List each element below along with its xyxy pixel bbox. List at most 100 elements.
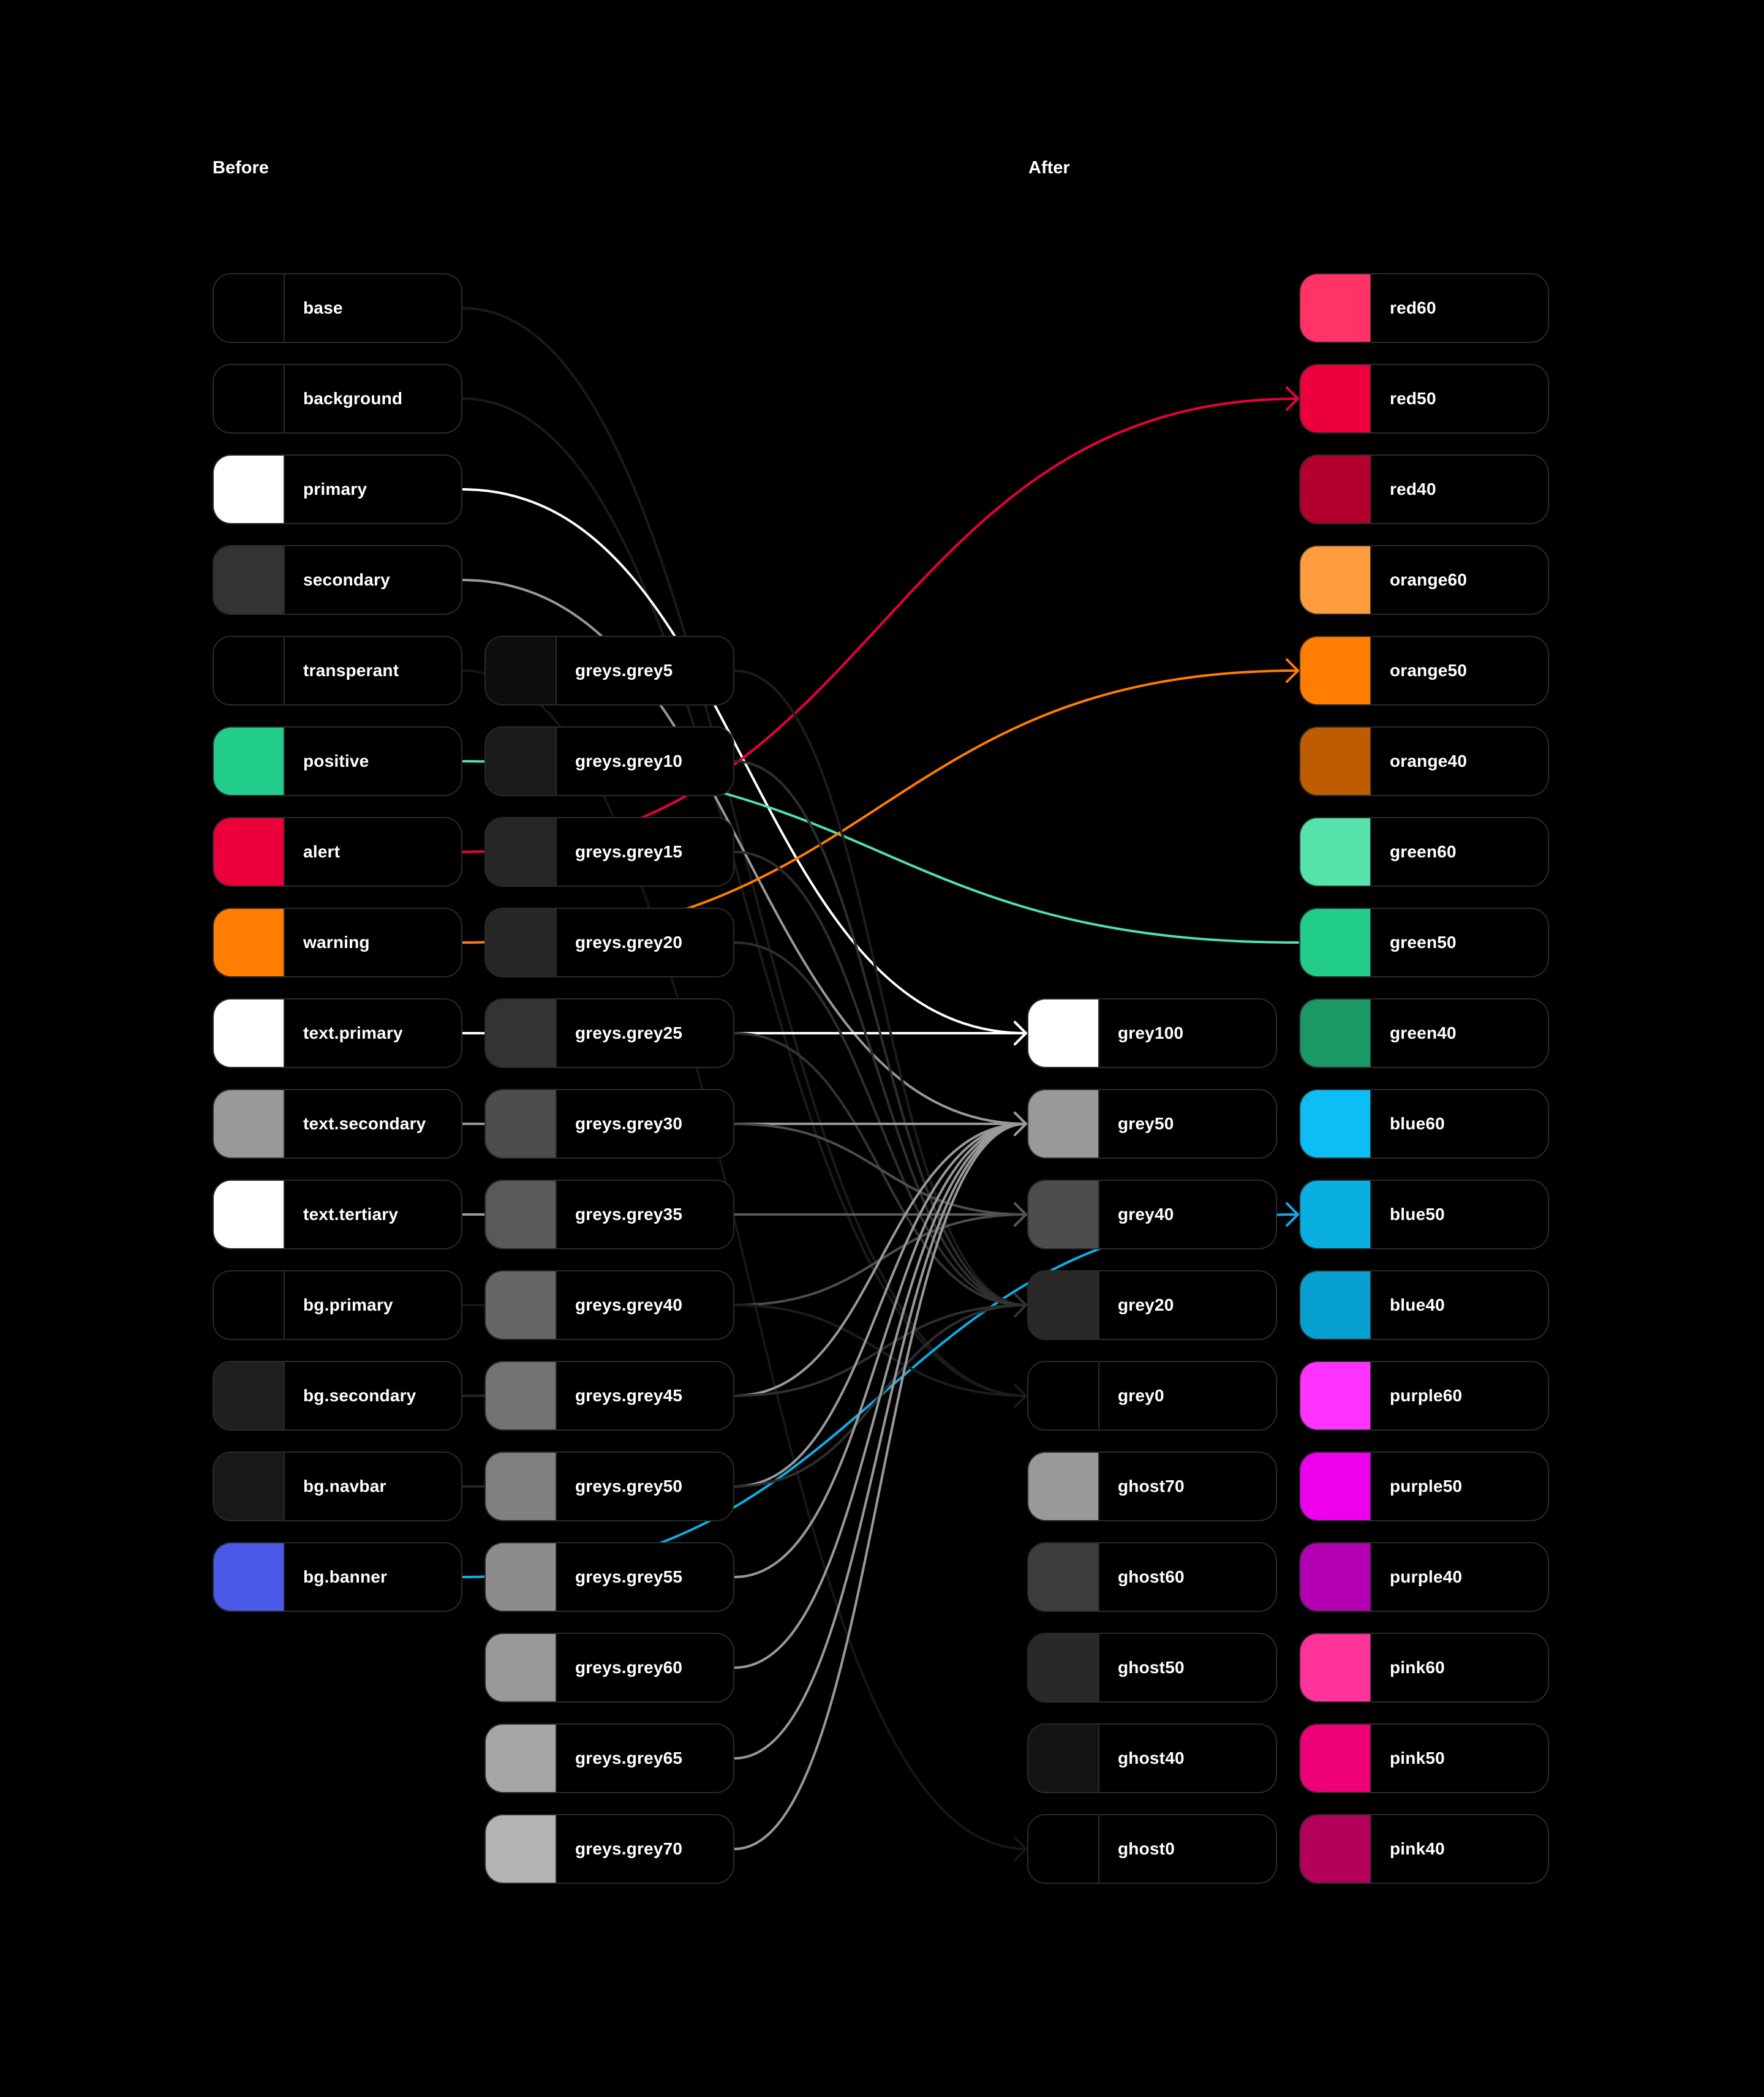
- token-card-greys[interactable]: greys.grey65: [484, 1723, 734, 1793]
- token-card-after-greys[interactable]: grey40: [1027, 1180, 1277, 1249]
- color-swatch: [1028, 1090, 1099, 1158]
- token-card-greys[interactable]: greys.grey20: [484, 908, 734, 977]
- color-swatch: [486, 1815, 557, 1883]
- color-swatch: [486, 1725, 557, 1792]
- token-card-after-greys[interactable]: ghost50: [1027, 1633, 1277, 1703]
- token-card-before[interactable]: bg.navbar: [213, 1451, 462, 1521]
- token-card-before[interactable]: base: [213, 273, 462, 343]
- token-card-before[interactable]: secondary: [213, 545, 462, 615]
- token-card-after-colors[interactable]: red60: [1299, 273, 1549, 343]
- token-card-after-colors[interactable]: purple40: [1299, 1542, 1549, 1612]
- token-card-after-greys[interactable]: grey50: [1027, 1089, 1277, 1159]
- token-card-after-colors[interactable]: blue60: [1299, 1089, 1549, 1159]
- token-label: green50: [1390, 933, 1457, 952]
- token-card-before[interactable]: text.tertiary: [213, 1180, 462, 1249]
- token-card-greys[interactable]: greys.grey50: [484, 1451, 734, 1521]
- token-card-after-colors[interactable]: green40: [1299, 998, 1549, 1068]
- token-card-greys[interactable]: greys.grey40: [484, 1270, 734, 1340]
- color-swatch: [1028, 1815, 1099, 1883]
- token-card-after-colors[interactable]: green50: [1299, 908, 1549, 977]
- token-card-after-colors[interactable]: orange40: [1299, 726, 1549, 796]
- token-label: greys.grey70: [575, 1839, 683, 1858]
- token-card-before[interactable]: alert: [213, 817, 462, 887]
- token-card-after-colors[interactable]: purple50: [1299, 1451, 1549, 1521]
- token-card-after-greys[interactable]: ghost40: [1027, 1723, 1277, 1793]
- token-label: pink40: [1390, 1839, 1445, 1858]
- token-label: positive: [303, 751, 369, 770]
- token-card-before[interactable]: text.primary: [213, 998, 462, 1068]
- token-label: transperant: [303, 661, 399, 680]
- token-label: greys.grey45: [575, 1386, 683, 1405]
- token-card-before[interactable]: text.secondary: [213, 1089, 462, 1159]
- token-card-after-colors[interactable]: red40: [1299, 454, 1549, 524]
- token-label: red40: [1390, 480, 1436, 499]
- token-card-after-greys[interactable]: ghost70: [1027, 1451, 1277, 1521]
- color-swatch: [214, 1181, 285, 1248]
- color-swatch: [1028, 1181, 1099, 1248]
- token-label: orange40: [1390, 751, 1468, 770]
- token-card-greys[interactable]: greys.grey55: [484, 1542, 734, 1612]
- token-card-before[interactable]: bg.secondary: [213, 1361, 462, 1431]
- token-card-after-colors[interactable]: orange50: [1299, 636, 1549, 706]
- token-label: greys.grey60: [575, 1658, 683, 1677]
- connector-line: [733, 1123, 1027, 1397]
- token-card-after-colors[interactable]: pink60: [1299, 1633, 1549, 1703]
- color-swatch: [214, 1543, 285, 1611]
- color-swatch: [1028, 1271, 1099, 1339]
- token-card-after-colors[interactable]: blue50: [1299, 1180, 1549, 1249]
- token-card-before[interactable]: background: [213, 364, 462, 434]
- connector-line: [733, 1123, 1027, 1488]
- token-card-greys[interactable]: greys.grey70: [484, 1814, 734, 1884]
- token-card-before[interactable]: positive: [213, 726, 462, 796]
- color-swatch: [1300, 1453, 1371, 1520]
- token-card-before[interactable]: bg.primary: [213, 1270, 462, 1340]
- token-card-before[interactable]: transperant: [213, 636, 462, 706]
- token-label: base: [303, 298, 343, 317]
- token-label: grey40: [1118, 1205, 1174, 1224]
- token-card-after-greys[interactable]: grey0: [1027, 1361, 1277, 1431]
- connector-line: [733, 1123, 1027, 1578]
- token-card-after-colors[interactable]: pink50: [1299, 1723, 1549, 1793]
- token-card-greys[interactable]: greys.grey30: [484, 1089, 734, 1159]
- token-card-greys[interactable]: greys.grey5: [484, 636, 734, 706]
- token-label: text.primary: [303, 1023, 403, 1042]
- color-swatch: [214, 546, 285, 614]
- token-card-after-colors[interactable]: orange60: [1299, 545, 1549, 615]
- token-card-greys[interactable]: greys.grey15: [484, 817, 734, 887]
- token-card-greys[interactable]: greys.grey45: [484, 1361, 734, 1431]
- token-label: text.tertiary: [303, 1205, 399, 1224]
- token-card-after-greys[interactable]: grey100: [1027, 998, 1277, 1068]
- token-label: ghost0: [1118, 1839, 1175, 1858]
- color-swatch: [486, 1543, 557, 1611]
- color-swatch: [1300, 1543, 1371, 1611]
- token-card-greys[interactable]: greys.grey35: [484, 1180, 734, 1249]
- token-card-after-greys[interactable]: ghost60: [1027, 1542, 1277, 1612]
- token-label: greys.grey55: [575, 1567, 683, 1586]
- token-card-greys[interactable]: greys.grey25: [484, 998, 734, 1068]
- token-card-after-greys[interactable]: grey20: [1027, 1270, 1277, 1340]
- token-card-after-colors[interactable]: purple60: [1299, 1361, 1549, 1431]
- token-card-before[interactable]: primary: [213, 454, 462, 524]
- token-card-greys[interactable]: greys.grey60: [484, 1633, 734, 1703]
- color-swatch: [214, 365, 285, 432]
- token-card-after-colors[interactable]: green60: [1299, 817, 1549, 887]
- token-label: green40: [1390, 1023, 1457, 1042]
- token-card-after-colors[interactable]: blue40: [1299, 1270, 1549, 1340]
- color-swatch: [1300, 365, 1371, 432]
- color-swatch: [486, 1000, 557, 1067]
- token-label: grey0: [1118, 1386, 1164, 1405]
- token-label: blue50: [1390, 1205, 1445, 1224]
- token-card-after-colors[interactable]: red50: [1299, 364, 1549, 434]
- token-card-after-colors[interactable]: pink40: [1299, 1814, 1549, 1884]
- token-label: ghost40: [1118, 1749, 1185, 1768]
- token-card-after-greys[interactable]: ghost0: [1027, 1814, 1277, 1884]
- color-swatch: [486, 1453, 557, 1520]
- color-swatch: [214, 1271, 285, 1339]
- color-swatch: [1028, 1543, 1099, 1611]
- token-label: greys.grey35: [575, 1205, 683, 1224]
- token-card-before[interactable]: bg.banner: [213, 1542, 462, 1612]
- token-card-greys[interactable]: greys.grey10: [484, 726, 734, 796]
- token-card-before[interactable]: warning: [213, 908, 462, 977]
- token-label: blue60: [1390, 1114, 1445, 1133]
- color-swatch: [1300, 728, 1371, 795]
